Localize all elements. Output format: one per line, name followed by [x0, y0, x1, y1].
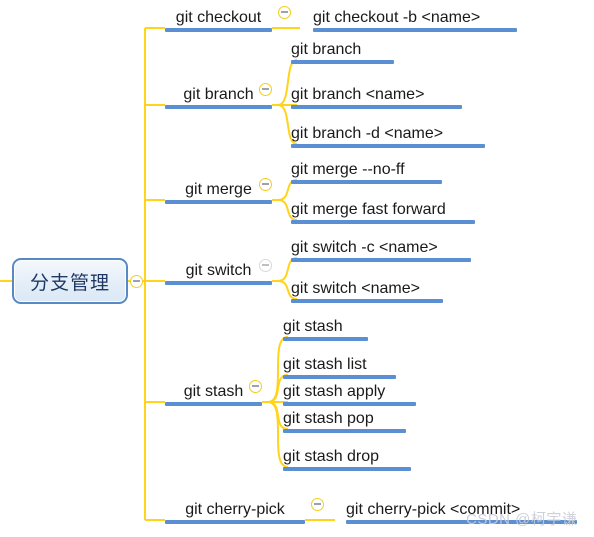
topic-label: git switch <name> — [291, 280, 420, 297]
topic-underline — [165, 402, 262, 406]
topic-label: git checkout — [175, 9, 262, 26]
topic-label: git switch — [185, 262, 252, 279]
topic-label: git merge — [185, 181, 252, 198]
root-node-label: 分支管理 — [29, 272, 110, 294]
topic-git-checkout-b-name[interactable]: git checkout -b <name> — [313, 4, 517, 32]
topic-git-branch-d-name[interactable]: git branch -d <name> — [291, 120, 485, 148]
topic-git-branch-name[interactable]: git branch <name> — [291, 81, 462, 109]
topic-label: git stash drop — [283, 448, 380, 465]
topic-label: git stash apply — [283, 383, 386, 400]
topic-git-merge-fast-forward[interactable]: git merge fast forward — [291, 196, 475, 224]
topic-label: git stash — [183, 383, 244, 400]
topic-label: git merge --no-ff — [291, 161, 405, 178]
root-collapse-toggle[interactable] — [130, 275, 143, 288]
topic-underline — [291, 220, 475, 224]
topic-label: git merge fast forward — [291, 201, 446, 218]
topic-underline — [165, 105, 272, 109]
topic-underline — [291, 60, 394, 64]
topic-underline — [313, 28, 517, 32]
topic-underline — [165, 200, 272, 204]
topic-git-switch-name[interactable]: git switch <name> — [291, 275, 443, 303]
topic-git-branch-plain[interactable]: git branch — [291, 36, 394, 64]
topic-label: git stash list — [283, 356, 367, 373]
topic-git-merge[interactable]: git merge — [165, 176, 272, 204]
topic-git-merge-no-ff[interactable]: git merge --no-ff — [291, 156, 442, 184]
topic-underline — [291, 144, 485, 148]
topic-underline — [165, 520, 305, 524]
topic-git-stash-drop[interactable]: git stash drop — [283, 443, 411, 471]
mindmap-canvas: 分支管理 git checkout git checkout -b <name>… — [0, 0, 594, 537]
topic-label: git stash — [283, 318, 343, 335]
toggle-git-branch[interactable] — [259, 83, 272, 96]
topic-git-stash-apply[interactable]: git stash apply — [283, 378, 416, 406]
toggle-git-stash[interactable] — [249, 380, 262, 393]
topic-underline — [165, 281, 272, 285]
toggle-git-merge[interactable] — [259, 178, 272, 191]
topic-git-cherry-pick[interactable]: git cherry-pick — [165, 496, 305, 524]
topic-git-switch-c-name[interactable]: git switch -c <name> — [291, 234, 471, 262]
topic-git-stash-pop[interactable]: git stash pop — [283, 405, 406, 433]
topic-underline — [283, 429, 406, 433]
topic-underline — [291, 180, 442, 184]
topic-label: git cherry-pick — [185, 501, 285, 518]
topic-git-stash-list[interactable]: git stash list — [283, 351, 396, 379]
topic-git-checkout[interactable]: git checkout — [165, 4, 272, 32]
topic-git-stash[interactable]: git stash — [165, 378, 262, 406]
topic-label: git branch -d <name> — [291, 125, 444, 142]
topic-label: git checkout -b <name> — [313, 9, 481, 26]
topic-underline — [291, 299, 443, 303]
topic-underline — [291, 258, 471, 262]
topic-label: git stash pop — [283, 410, 374, 427]
toggle-git-checkout[interactable] — [278, 6, 291, 19]
topic-git-branch[interactable]: git branch — [165, 81, 272, 109]
topic-underline — [283, 337, 368, 341]
toggle-git-switch[interactable] — [259, 259, 272, 272]
topic-git-switch[interactable]: git switch — [165, 257, 272, 285]
topic-git-stash-plain[interactable]: git stash — [283, 313, 368, 341]
topic-underline — [291, 105, 462, 109]
topic-underline — [165, 28, 272, 32]
topic-label: git branch — [291, 41, 362, 58]
toggle-git-cherry-pick[interactable] — [311, 498, 324, 511]
topic-label: git branch — [183, 86, 254, 103]
root-node[interactable]: 分支管理 — [12, 258, 128, 304]
topic-underline — [283, 467, 411, 471]
topic-label: git branch <name> — [291, 86, 425, 103]
csdn-watermark: CSDN @柯宇谦 — [466, 511, 578, 528]
topic-label: git switch -c <name> — [291, 239, 438, 256]
